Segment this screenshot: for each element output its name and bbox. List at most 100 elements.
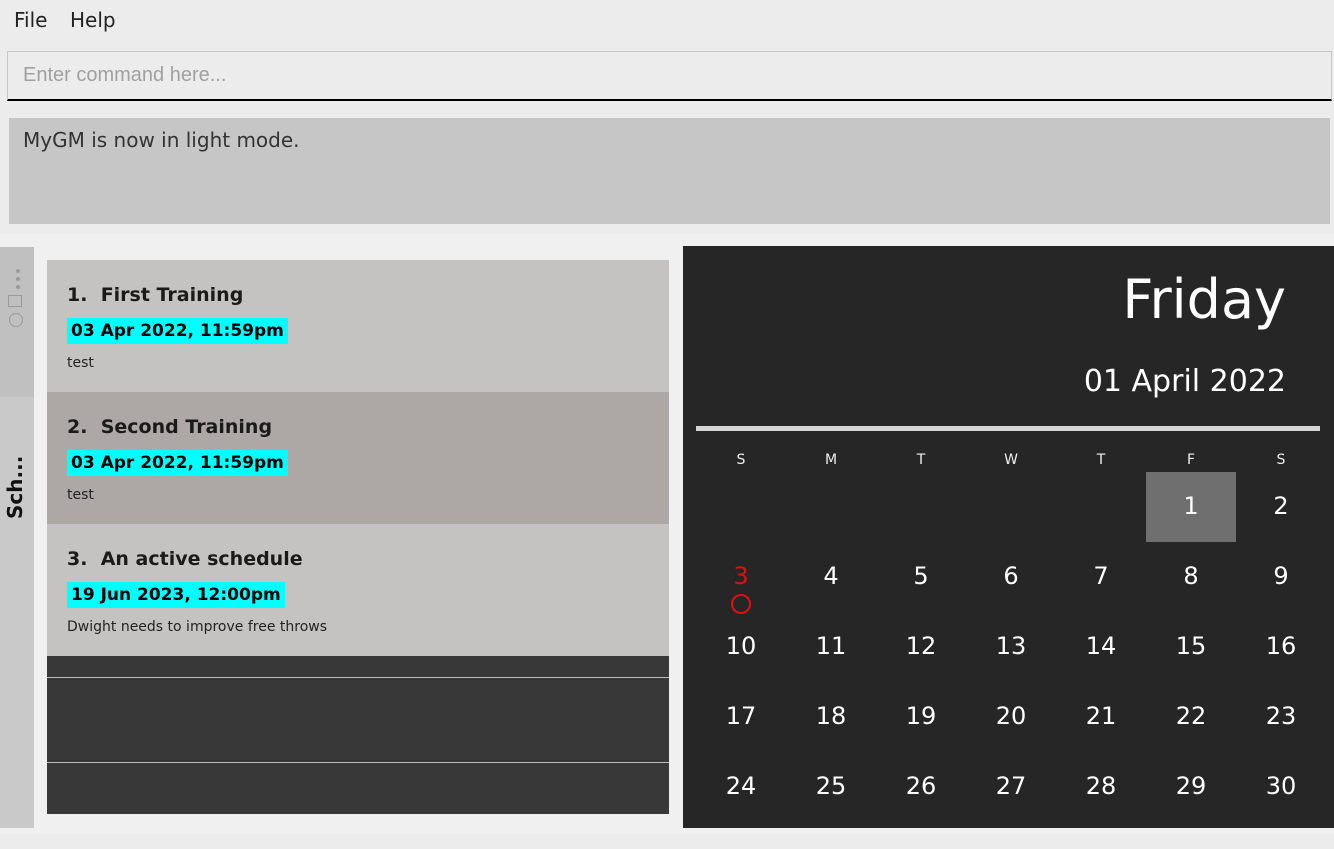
schedule-datetime-badge: 03 Apr 2022, 11:59pm	[67, 450, 288, 476]
calendar-day-number: 10	[725, 632, 757, 660]
calendar-day-cell[interactable]: 11	[786, 612, 876, 682]
calendar-day-cell[interactable]: 10	[696, 612, 786, 682]
calendar-day-cell[interactable]: 30	[1236, 752, 1326, 822]
calendar-day-cell[interactable]: 9	[1236, 542, 1326, 612]
tab-schedule-label: Sch...	[3, 455, 27, 519]
calendar-day-cell[interactable]: 13	[966, 612, 1056, 682]
schedule-card-selected[interactable]: 2. Second Training 03 Apr 2022, 11:59pm …	[47, 392, 669, 524]
menu-file[interactable]: File	[14, 8, 47, 32]
calendar-day-cell[interactable]: 2	[1236, 472, 1326, 542]
calendar-day-name: Friday	[1122, 268, 1286, 331]
calendar-divider	[696, 426, 1320, 431]
calendar-day-number: 22	[1175, 702, 1207, 730]
calendar-day-cell[interactable]: 27	[966, 752, 1056, 822]
calendar-day-cell[interactable]: 12	[876, 612, 966, 682]
calendar-day-cell[interactable]: 5	[876, 542, 966, 612]
calendar-day-cell[interactable]: 25	[786, 752, 876, 822]
calendar-day-cell[interactable]: 23	[1236, 682, 1326, 752]
more-icon	[16, 269, 24, 293]
tab-schedule[interactable]: Sch...	[0, 397, 34, 537]
calendar-day-number: 28	[1085, 772, 1117, 800]
calendar-full-date: 01 April 2022	[1083, 364, 1286, 399]
calendar-panel: Friday 01 April 2022 S M T W T F S 1 2 3 4 5 6 7 8 9 10 1…	[683, 246, 1334, 828]
calendar-day-number: 21	[1085, 702, 1117, 730]
calendar-day-cell[interactable]: 16	[1236, 612, 1326, 682]
result-message: MyGM is now in light mode.	[23, 128, 300, 152]
calendar-day-number: 11	[815, 632, 847, 660]
calendar-day-number: 24	[725, 772, 757, 800]
calendar-day-number: 13	[995, 632, 1027, 660]
calendar-day-cell[interactable]: 17	[696, 682, 786, 752]
schedule-description: test	[67, 487, 94, 503]
calendar-day-cell[interactable]: 21	[1056, 682, 1146, 752]
schedule-title: 2. Second Training	[67, 416, 273, 438]
calendar-day-cell[interactable]: 6	[966, 542, 1056, 612]
calendar-day-number: 12	[905, 632, 937, 660]
calendar-day-cell[interactable]: 29	[1146, 752, 1236, 822]
empty-list-row	[47, 677, 669, 763]
schedule-card[interactable]: 3. An active schedule 19 Jun 2023, 12:00…	[47, 524, 669, 656]
schedule-datetime-badge: 03 Apr 2022, 11:59pm	[67, 318, 288, 344]
schedule-datetime-badge: 19 Jun 2023, 12:00pm	[67, 582, 285, 608]
calendar-day-number: 25	[815, 772, 847, 800]
calendar-day-number: 14	[1085, 632, 1117, 660]
calendar-day-number: 1	[1183, 492, 1199, 520]
calendar-day-cell[interactable]: 22	[1146, 682, 1236, 752]
calendar-day-number: 7	[1093, 562, 1109, 590]
schedule-description: Dwight needs to improve free throws	[67, 619, 328, 635]
schedule-card[interactable]: 1. First Training 03 Apr 2022, 11:59pm t…	[47, 260, 669, 392]
command-input[interactable]	[7, 51, 1332, 101]
calendar-day-number: 19	[905, 702, 937, 730]
weekday-header: M	[824, 452, 838, 468]
calendar-day-number: 27	[995, 772, 1027, 800]
calendar-day-cell[interactable]: 28	[1056, 752, 1146, 822]
calendar-day-number: 15	[1175, 632, 1207, 660]
calendar-day-cell[interactable]: 3	[696, 542, 786, 614]
calendar-day-number: 4	[823, 562, 839, 590]
calendar-day-number: 30	[1265, 772, 1297, 800]
schedule-title: 3. An active schedule	[67, 548, 303, 570]
calendar-day-cell[interactable]: 24	[696, 752, 786, 822]
calendar-day-cell[interactable]: 26	[876, 752, 966, 822]
menu-bar: File Help	[0, 0, 1334, 42]
schedule-list[interactable]: 1. First Training 03 Apr 2022, 11:59pm t…	[47, 260, 669, 814]
weekday-header: S	[736, 452, 746, 468]
calendar-day-number: 29	[1175, 772, 1207, 800]
weekday-header: W	[1004, 452, 1018, 468]
calendar-day-number: 3	[733, 562, 749, 590]
calendar-day-cell[interactable]: 19	[876, 682, 966, 752]
calendar-day-number: 17	[725, 702, 757, 730]
calendar-day-cell[interactable]: 15	[1146, 612, 1236, 682]
calendar-day-number: 23	[1265, 702, 1297, 730]
tab-collapsed[interactable]	[0, 247, 34, 397]
calendar-day-cell[interactable]: 7	[1056, 542, 1146, 612]
window-icon	[8, 295, 22, 307]
calendar-day-cell[interactable]: 4	[786, 542, 876, 612]
event-marker-icon	[731, 594, 751, 614]
calendar-day-number: 20	[995, 702, 1027, 730]
calendar-day-cell[interactable]: 20	[966, 682, 1056, 752]
calendar-day-number: 6	[1003, 562, 1019, 590]
calendar-day-number: 8	[1183, 562, 1199, 590]
result-display: MyGM is now in light mode.	[9, 118, 1330, 224]
calendar-day-cell[interactable]: 1	[1146, 472, 1236, 542]
calendar-day-cell[interactable]: 18	[786, 682, 876, 752]
empty-list-row	[47, 762, 669, 814]
calendar-day-number: 16	[1265, 632, 1297, 660]
tab-strip: Sch...	[0, 247, 34, 828]
weekday-header: T	[1096, 452, 1106, 468]
calendar-day-number: 2	[1273, 492, 1289, 520]
calendar-day-number: 26	[905, 772, 937, 800]
calendar-day-number: 9	[1273, 562, 1289, 590]
menu-help[interactable]: Help	[70, 8, 116, 32]
weekday-header: F	[1186, 452, 1196, 468]
schedule-description: test	[67, 355, 94, 371]
calendar-day-number: 5	[913, 562, 929, 590]
calendar-day-cell[interactable]: 8	[1146, 542, 1236, 612]
calendar-day-number: 18	[815, 702, 847, 730]
schedule-title: 1. First Training	[67, 284, 244, 306]
weekday-header: T	[916, 452, 926, 468]
smiley-icon	[9, 313, 23, 327]
calendar-day-cell[interactable]: 14	[1056, 612, 1146, 682]
weekday-header: S	[1276, 452, 1286, 468]
